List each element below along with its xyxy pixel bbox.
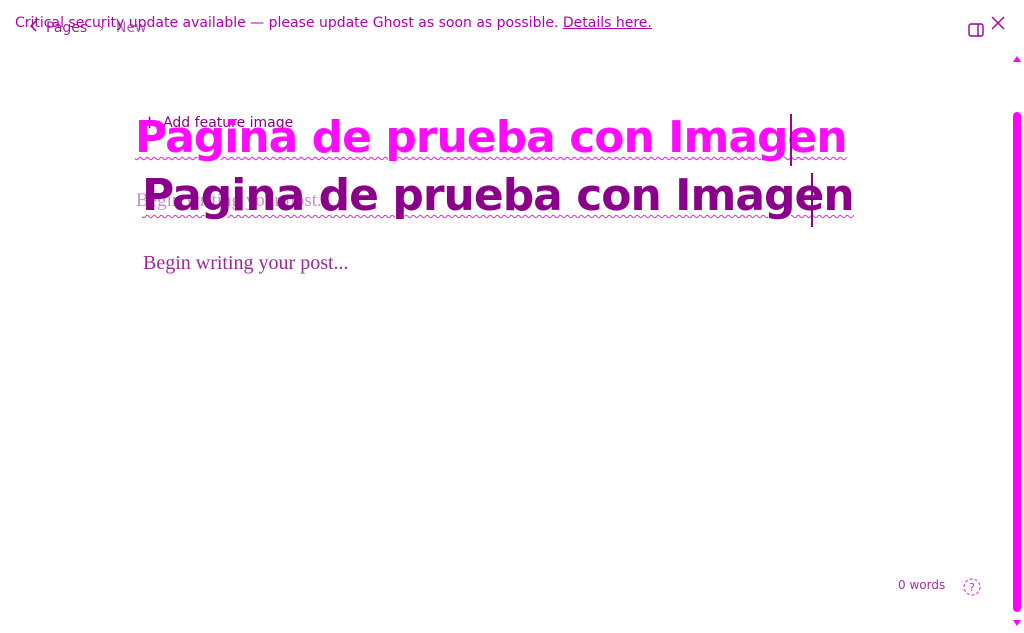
title-overlay-caret (790, 114, 792, 166)
help-icon[interactable]: ? (962, 577, 982, 597)
close-icon[interactable] (990, 15, 1006, 31)
post-title-input[interactable]: Pagina de prueba con Imagen (142, 170, 855, 221)
editor-page: Critical security update available — ple… (0, 0, 1024, 633)
alert-message: Critical security update available — ple… (15, 15, 559, 31)
word-count: 0 words (898, 578, 946, 592)
alert-details-link[interactable]: Details here. (563, 15, 652, 31)
sidebar-toggle-icon[interactable] (968, 22, 984, 37)
title-caret (811, 173, 813, 227)
title-overlay-text: Pagina de prueba con Imagen (135, 112, 848, 163)
post-body-editor[interactable]: Begin writing your post... (143, 252, 349, 275)
security-alert-banner: Critical security update available — ple… (15, 15, 652, 31)
scroll-down-arrow-icon[interactable] (1013, 620, 1021, 626)
scroll-up-arrow-icon[interactable] (1013, 56, 1021, 62)
svg-text:?: ? (969, 581, 975, 594)
scrollbar-thumb[interactable] (1013, 112, 1021, 612)
